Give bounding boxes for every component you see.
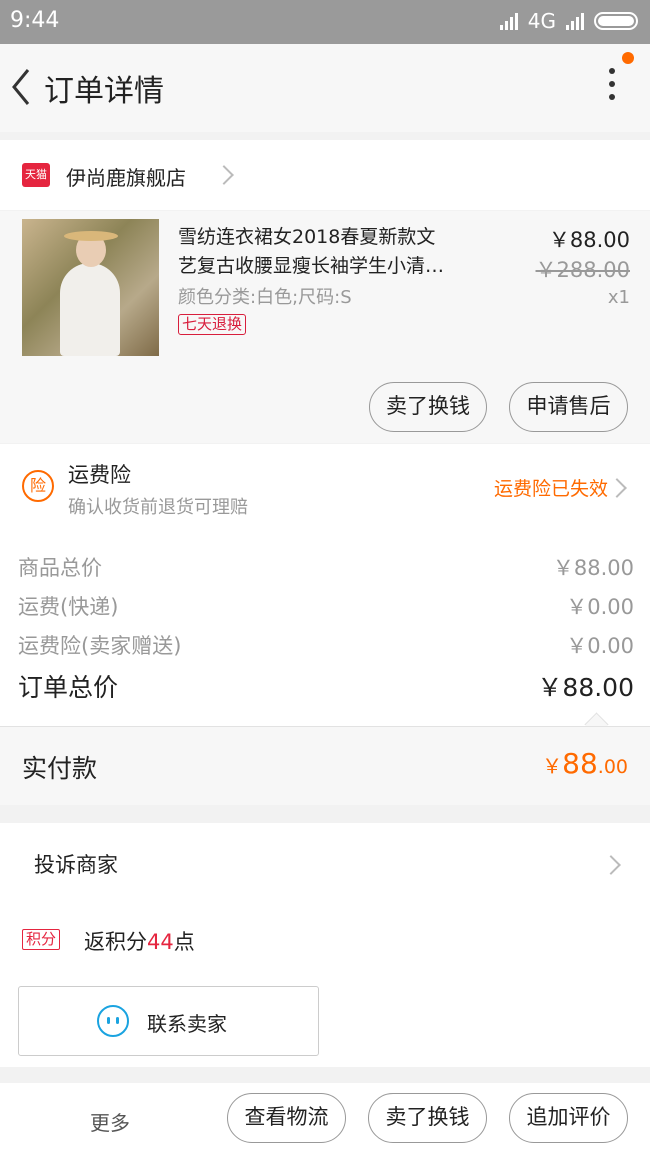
battery-icon	[594, 12, 638, 30]
add-review-button[interactable]: 追加评价	[509, 1093, 628, 1143]
price-summary: 商品总价 ￥88.00 运费(快递) ￥0.00 运费险(卖家赠送) ￥0.00…	[0, 540, 650, 737]
view-logistics-button[interactable]: 查看物流	[227, 1093, 346, 1143]
product-title[interactable]: 雪纺连衣裙女2018春夏新款文 艺复古收腰显瘦长袖学生小清…	[178, 223, 488, 281]
bottom-action-bar: 更多 查看物流 卖了换钱 追加评价	[0, 1083, 650, 1155]
app-header: 订单详情	[0, 44, 650, 132]
product-spec: 颜色分类:白色;尺码:S	[178, 287, 352, 308]
contact-seller-label: 联系卖家	[147, 1012, 227, 1036]
item-price: ￥88.00	[548, 228, 630, 252]
item-quantity: x1	[607, 287, 630, 308]
seven-day-return-badge: 七天退换	[178, 314, 247, 335]
network-type: 4G	[527, 9, 556, 33]
complain-seller-link[interactable]: 投诉商家	[34, 849, 118, 879]
more-actions-button[interactable]: 更多	[90, 1107, 130, 1136]
points-text: 返积分44点	[84, 930, 195, 954]
after-sales-button[interactable]: 申请售后	[509, 382, 628, 432]
sell-resale-button[interactable]: 卖了换钱	[369, 382, 487, 432]
chevron-right-icon	[214, 165, 234, 185]
chevron-right-icon	[601, 855, 621, 875]
shop-name: 伊尚鹿旗舰店	[66, 166, 186, 190]
item-original-price: ￥288.00	[535, 258, 630, 282]
tmall-icon: 天猫	[22, 163, 50, 187]
wangwang-chat-icon	[97, 1005, 129, 1037]
insurance-subtitle: 确认收货前退货可理赔	[68, 497, 248, 518]
signal-icon-2	[566, 12, 584, 30]
more-menu-button[interactable]	[602, 68, 622, 108]
shop-row[interactable]: 天猫 伊尚鹿旗舰店	[0, 140, 650, 210]
notification-dot	[622, 52, 634, 64]
price-row: 运费(快递) ￥0.00	[18, 595, 634, 619]
contact-seller-button[interactable]: 联系卖家	[18, 986, 319, 1056]
back-button[interactable]	[6, 64, 46, 110]
insurance-status: 运费险已失效	[493, 478, 608, 500]
status-time: 9:44	[10, 8, 60, 33]
paid-label: 实付款	[22, 754, 98, 783]
shipping-insurance-row[interactable]: 险 运费险 确认收货前退货可理赔 运费险已失效	[0, 444, 650, 540]
insurance-title: 运费险	[68, 463, 131, 487]
status-bar: 9:44 4G	[0, 0, 650, 44]
product-image[interactable]	[22, 219, 159, 356]
price-row: 运费险(卖家赠送) ￥0.00	[18, 634, 634, 658]
order-item[interactable]: 雪纺连衣裙女2018春夏新款文 艺复古收腰显瘦长袖学生小清… 颜色分类:白色;尺…	[0, 211, 650, 443]
page-title: 订单详情	[44, 74, 164, 109]
price-row: 商品总价 ￥88.00	[18, 556, 634, 580]
chevron-left-icon	[12, 69, 30, 105]
sell-resale-button[interactable]: 卖了换钱	[368, 1093, 487, 1143]
paid-value: ￥88.00	[542, 747, 628, 780]
order-total-row: 订单总价 ￥88.00	[18, 673, 634, 702]
order-extras: 投诉商家 积分 返积分44点 联系卖家	[0, 823, 650, 1067]
chevron-right-icon	[607, 478, 627, 498]
paid-amount-row: 实付款 ￥88.00	[0, 727, 650, 805]
signal-icon	[499, 12, 518, 30]
insurance-icon: 险	[22, 470, 54, 502]
points-badge: 积分	[22, 929, 61, 950]
